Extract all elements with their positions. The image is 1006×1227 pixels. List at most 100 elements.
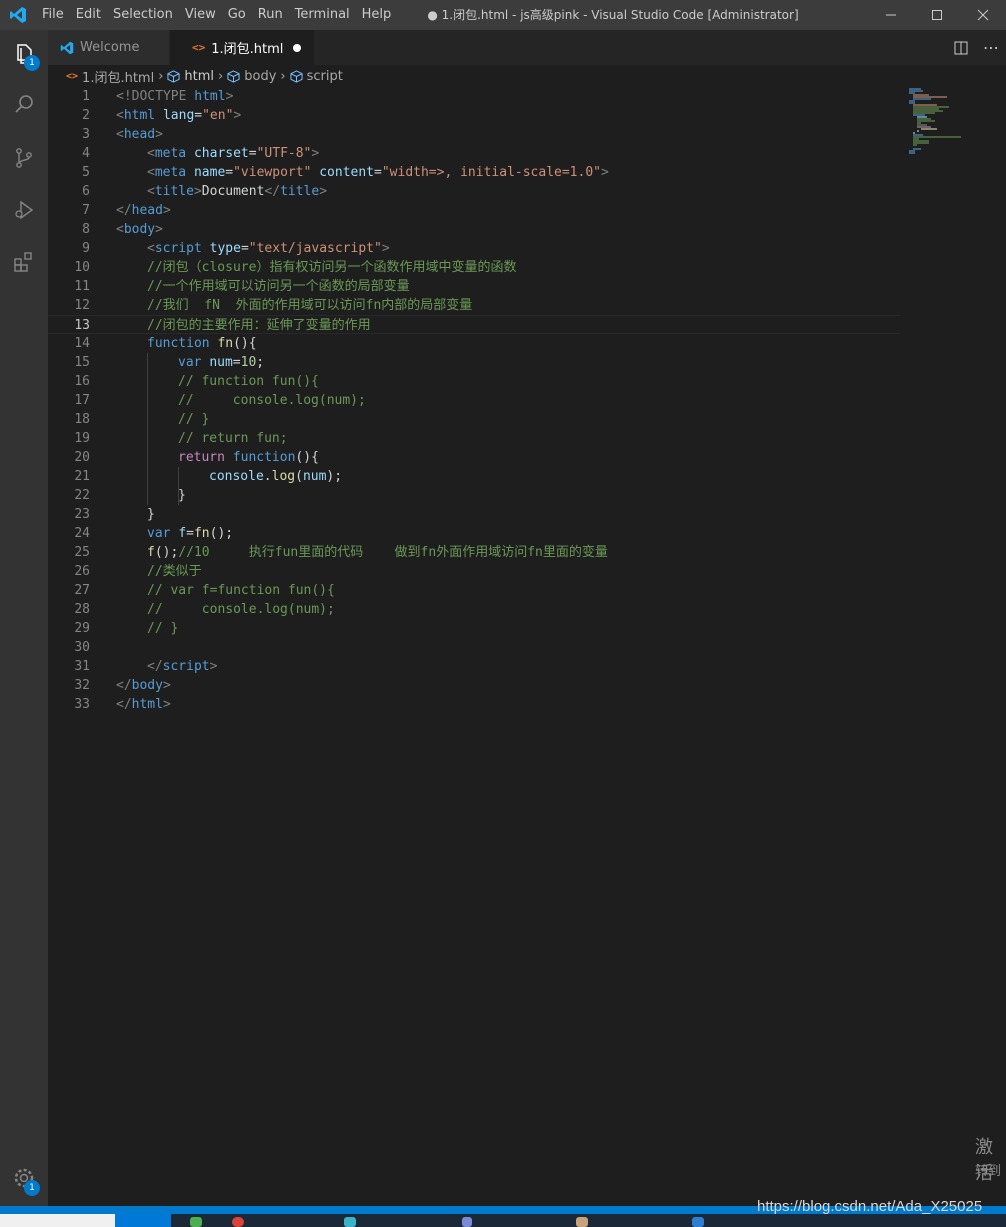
token: . [263, 469, 272, 484]
token: // console.log(num); [147, 602, 335, 617]
more-actions-button[interactable]: ⋯ [976, 30, 1006, 65]
line-number: 19 [74, 431, 90, 446]
tab-welcome[interactable]: Welcome [48, 30, 170, 65]
token: //闭包（closure）指有权访问另一个函数作用域中变量的函数 [147, 260, 517, 275]
taskbar-app-icon[interactable] [190, 1217, 202, 1227]
taskbar-app-icon[interactable] [462, 1217, 472, 1227]
token: head [131, 203, 163, 218]
menu-file[interactable]: File [36, 0, 70, 30]
taskbar-search-box[interactable] [0, 1214, 115, 1227]
token: <!DOCTYPE [116, 89, 195, 104]
token: (); [209, 526, 234, 541]
taskbar-app-icon[interactable] [344, 1217, 356, 1227]
token: //我们 fN 外面的作用域可以访问fn内部的局部变量 [147, 298, 473, 313]
code-line: 20 return function(){ [48, 448, 900, 467]
code-line: 4 <meta charset="UTF-8"> [48, 144, 900, 163]
token: "width=>, initial-scale=1.0" [381, 165, 601, 180]
unsaved-dot-icon[interactable] [293, 43, 302, 52]
line-number: 28 [74, 602, 90, 617]
line-number: 32 [74, 678, 90, 693]
line-number: 3 [82, 127, 90, 142]
menu-selection[interactable]: Selection [107, 0, 179, 30]
token: script [162, 659, 210, 674]
minimap-line [913, 136, 961, 138]
line-number: 17 [74, 393, 90, 408]
code-line: 10 //闭包（closure）指有权访问另一个函数作用域中变量的函数 [48, 258, 900, 277]
code-line: 14 function fn(){ [48, 334, 900, 353]
token: > [162, 203, 171, 218]
token: f [147, 545, 155, 560]
run-debug-button[interactable] [0, 186, 48, 234]
token: Document [201, 184, 265, 199]
menu-view[interactable]: View [179, 0, 222, 30]
extensions-button[interactable] [0, 238, 48, 286]
token: head [123, 127, 156, 142]
code-line: 25 f();//10 执行fun里面的代码 做到fn外面作用域访问fn里面的变量 [48, 543, 900, 562]
token: meta [154, 165, 187, 180]
token: console [209, 469, 264, 484]
chevron-right-icon: › [218, 68, 224, 84]
symbol-cube-icon [167, 69, 180, 83]
line-number: 23 [74, 507, 90, 522]
html-file-icon: <> [66, 70, 79, 82]
code-line: 15 var num=10; [48, 353, 900, 372]
code-line: 24 var f=fn(); [48, 524, 900, 543]
manage-button[interactable]: 1 [0, 1154, 48, 1202]
line-number: 9 [82, 241, 90, 256]
token: > [601, 165, 609, 180]
token: var [178, 355, 202, 370]
token: > [162, 678, 171, 693]
token: lang [155, 108, 195, 123]
code-line: 31 </script> [48, 657, 900, 676]
search-button[interactable] [0, 80, 48, 128]
taskbar-app-icon[interactable] [232, 1217, 244, 1227]
token: > [162, 697, 171, 712]
tab-1-closure-html[interactable]: <> 1.闭包.html [170, 30, 315, 65]
line-number: 14 [74, 336, 90, 351]
manage-badge: 1 [24, 1180, 40, 1196]
menu-help[interactable]: Help [356, 0, 398, 30]
close-button[interactable] [960, 0, 1006, 30]
taskbar-app-icon[interactable] [692, 1217, 704, 1227]
split-editor-button[interactable] [946, 30, 976, 65]
menu-edit[interactable]: Edit [70, 0, 107, 30]
token: < [147, 165, 155, 180]
minimize-button[interactable] [868, 0, 914, 30]
breadcrumb-file[interactable]: <> 1.闭包.html [66, 67, 154, 86]
taskbar-active-app[interactable] [115, 1214, 171, 1227]
maximize-button[interactable] [914, 0, 960, 30]
explorer-button[interactable]: 1 [0, 30, 48, 78]
breadcrumb-html[interactable]: html [167, 69, 214, 84]
token: = [194, 108, 203, 123]
taskbar-app-icon[interactable] [576, 1217, 588, 1227]
token: = [374, 165, 382, 180]
source-control-button[interactable] [0, 134, 48, 182]
menu-go[interactable]: Go [222, 0, 252, 30]
code-line: 29 // } [48, 619, 900, 638]
menu-run[interactable]: Run [252, 0, 289, 30]
code-line: 22} [48, 486, 900, 505]
token: = [225, 165, 234, 180]
line-number: 11 [74, 279, 90, 294]
breadcrumb-body[interactable]: body [227, 69, 276, 84]
code-editor[interactable]: 1 <!DOCTYPE html> 2 <html lang="en"> 3 <hea… [48, 87, 1006, 1205]
token: < [147, 241, 155, 256]
line-number: 2 [82, 108, 90, 123]
menu-terminal[interactable]: Terminal [289, 0, 356, 30]
code-line: 32 </body> [48, 676, 900, 695]
code-line: 12 //我们 fN 外面的作用域可以访问fn内部的局部变量 [48, 296, 900, 315]
minimize-icon [886, 14, 896, 16]
tab-label: 1.闭包.html [211, 42, 284, 57]
token: ( [295, 469, 303, 484]
breadcrumb-script[interactable]: script [290, 69, 343, 84]
code-line: 7 </head> [48, 201, 900, 220]
token: (){ [233, 336, 257, 351]
token: body [123, 222, 156, 237]
token: = [240, 241, 249, 256]
code-line: 8 <body> [48, 220, 900, 239]
line-number: 12 [74, 298, 90, 313]
minimap[interactable] [852, 87, 961, 157]
code-line: 1 <!DOCTYPE html> [48, 87, 900, 106]
token: > [225, 89, 234, 104]
token: (); [154, 545, 179, 560]
